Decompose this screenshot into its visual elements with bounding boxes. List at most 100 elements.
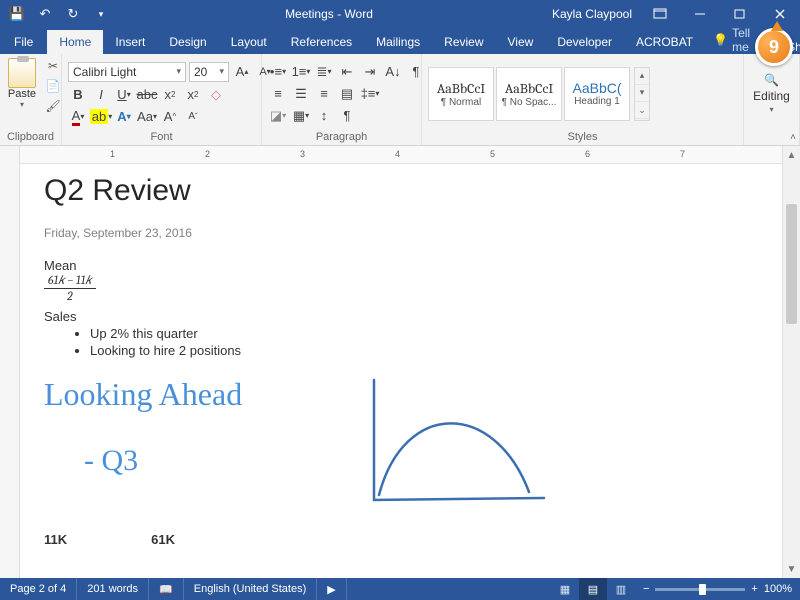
tab-acrobat[interactable]: ACROBAT	[624, 30, 705, 54]
tab-review[interactable]: Review	[432, 30, 495, 54]
subscript-button[interactable]: x2	[160, 86, 180, 104]
text-effects-button[interactable]: A▾	[114, 108, 134, 126]
zoom-slider[interactable]	[655, 588, 745, 591]
font-color-button[interactable]: A▾	[68, 108, 88, 126]
tab-references[interactable]: References	[279, 30, 364, 54]
align-left-icon[interactable]: ≡	[268, 85, 288, 103]
underline-button[interactable]: U▾	[114, 86, 134, 104]
superscript-button[interactable]: x2	[183, 86, 203, 104]
tab-view[interactable]: View	[496, 30, 546, 54]
grow-font-icon[interactable]: A▴	[232, 63, 252, 81]
copy-icon[interactable]: 📄	[44, 78, 62, 94]
style-heading1[interactable]: AaBbC(Heading 1	[564, 67, 630, 121]
zoom-out-icon[interactable]: −	[643, 583, 649, 595]
status-page[interactable]: Page 2 of 4	[0, 578, 77, 600]
align-right-icon[interactable]: ≡	[314, 85, 334, 103]
multilevel-button[interactable]: ≣▾	[314, 63, 334, 81]
zoom-value[interactable]: 100%	[764, 583, 792, 595]
numbering-button[interactable]: 1≡▾	[291, 63, 311, 81]
save-icon[interactable]: 💾	[4, 2, 30, 26]
style-nospacing[interactable]: AaBbCcI¶ No Spac...	[496, 67, 562, 121]
redo-icon[interactable]: ↻	[60, 2, 86, 26]
shrink-font2-icon[interactable]: Aˇ	[183, 108, 203, 126]
styles-more-icon[interactable]: ⌄	[635, 102, 649, 119]
value-row[interactable]: 11K 61K	[44, 532, 758, 547]
borders-button[interactable]: ▦▾	[291, 107, 311, 125]
status-words[interactable]: 201 words	[77, 578, 149, 600]
maximize-icon[interactable]	[720, 0, 760, 28]
list-item[interactable]: Looking to hire 2 positions	[90, 343, 758, 358]
tab-layout[interactable]: Layout	[219, 30, 279, 54]
scroll-track[interactable]	[783, 164, 800, 560]
styles-up-icon[interactable]: ▴	[635, 68, 649, 85]
zoom-in-icon[interactable]: +	[751, 583, 757, 595]
font-name-combo[interactable]: Calibri Light▾	[68, 62, 186, 82]
pilcrow-icon[interactable]: ¶	[337, 107, 357, 125]
vertical-scrollbar[interactable]: ▲ ▼	[782, 146, 800, 578]
vertical-ruler[interactable]	[0, 146, 20, 578]
format-painter-icon[interactable]: 🖌	[44, 98, 62, 114]
tab-insert[interactable]: Insert	[103, 30, 157, 54]
doc-heading[interactable]: Q2 Review	[44, 174, 758, 208]
tab-developer[interactable]: Developer	[545, 30, 624, 54]
tell-me-label: Tell me	[732, 26, 750, 54]
tab-design[interactable]: Design	[157, 30, 218, 54]
status-macro[interactable]: ▶	[317, 578, 346, 600]
mean-label[interactable]: Mean	[44, 258, 758, 273]
document-area[interactable]: Q2 Review Friday, September 23, 2016 Mea…	[20, 164, 782, 578]
align-center-icon[interactable]: ☰	[291, 85, 311, 103]
read-mode-icon[interactable]: ▦	[551, 578, 579, 600]
change-case-button[interactable]: Aa▾	[137, 108, 157, 126]
strikethrough-button[interactable]: abc	[137, 86, 157, 104]
tab-mailings[interactable]: Mailings	[364, 30, 432, 54]
ruler-mark: 2	[205, 149, 210, 159]
zoom-thumb[interactable]	[699, 584, 706, 595]
bullets-button[interactable]: •≡▾	[268, 63, 288, 81]
status-language[interactable]: English (United States)	[184, 578, 318, 600]
paste-button[interactable]: Paste ▾	[4, 58, 40, 114]
doc-date[interactable]: Friday, September 23, 2016	[44, 226, 758, 240]
ribbon-options-icon[interactable]	[640, 0, 680, 28]
sales-label[interactable]: Sales	[44, 309, 758, 324]
horizontal-ruler[interactable]: 1 2 3 4 5 6 7	[20, 146, 782, 164]
style-scroll: ▴ ▾ ⌄	[634, 67, 650, 121]
equation[interactable]: 61𝑘 − 11𝑘 2	[44, 273, 96, 303]
scroll-thumb[interactable]	[786, 204, 797, 324]
chevron-down-icon: ▾	[769, 105, 773, 114]
tab-home[interactable]: Home	[47, 30, 103, 54]
tell-me[interactable]: 💡 Tell me	[705, 26, 758, 54]
decrease-indent-icon[interactable]: ⇤	[337, 63, 357, 81]
scroll-down-icon[interactable]: ▼	[783, 560, 800, 578]
quick-access-toolbar: 💾 ↶ ↻ ▾	[0, 2, 114, 26]
lightbulb-icon: 💡	[713, 33, 728, 47]
line-spacing-icon[interactable]: ‡≡▾	[360, 85, 380, 103]
cut-icon[interactable]: ✂	[44, 58, 62, 74]
qat-customize-icon[interactable]: ▾	[88, 2, 114, 26]
justify-icon[interactable]: ▤	[337, 85, 357, 103]
style-normal[interactable]: AaBbCcI¶ Normal	[428, 67, 494, 121]
sort-icon[interactable]: A↓	[383, 63, 403, 81]
tab-file[interactable]: File	[0, 30, 47, 54]
minimize-icon[interactable]	[680, 0, 720, 28]
user-name[interactable]: Kayla Claypool	[544, 7, 640, 21]
grow-font2-icon[interactable]: A^	[160, 108, 180, 126]
bullet-list[interactable]: Up 2% this quarter Looking to hire 2 pos…	[90, 326, 758, 358]
styles-down-icon[interactable]: ▾	[635, 85, 649, 102]
sort2-icon[interactable]: ↕	[314, 107, 334, 125]
shading-button[interactable]: ◪▾	[268, 107, 288, 125]
editing-button[interactable]: 🔍 Editing ▾	[753, 73, 790, 114]
status-proofing[interactable]: 📖	[149, 578, 184, 600]
italic-button[interactable]: I	[91, 86, 111, 104]
font-size-combo[interactable]: 20▾	[189, 62, 229, 82]
ink-drawing[interactable]: Looking Ahead - Q3	[44, 370, 758, 530]
print-layout-icon[interactable]: ▤	[579, 578, 607, 600]
list-item[interactable]: Up 2% this quarter	[90, 326, 758, 341]
bold-button[interactable]: B	[68, 86, 88, 104]
clear-formatting-icon[interactable]: ◇	[206, 86, 226, 104]
scroll-up-icon[interactable]: ▲	[783, 146, 800, 164]
highlight-button[interactable]: ab▾	[91, 108, 111, 126]
collapse-ribbon-icon[interactable]: ˄	[790, 132, 796, 143]
increase-indent-icon[interactable]: ⇥	[360, 63, 380, 81]
undo-icon[interactable]: ↶	[32, 2, 58, 26]
web-layout-icon[interactable]: ▥	[607, 578, 635, 600]
